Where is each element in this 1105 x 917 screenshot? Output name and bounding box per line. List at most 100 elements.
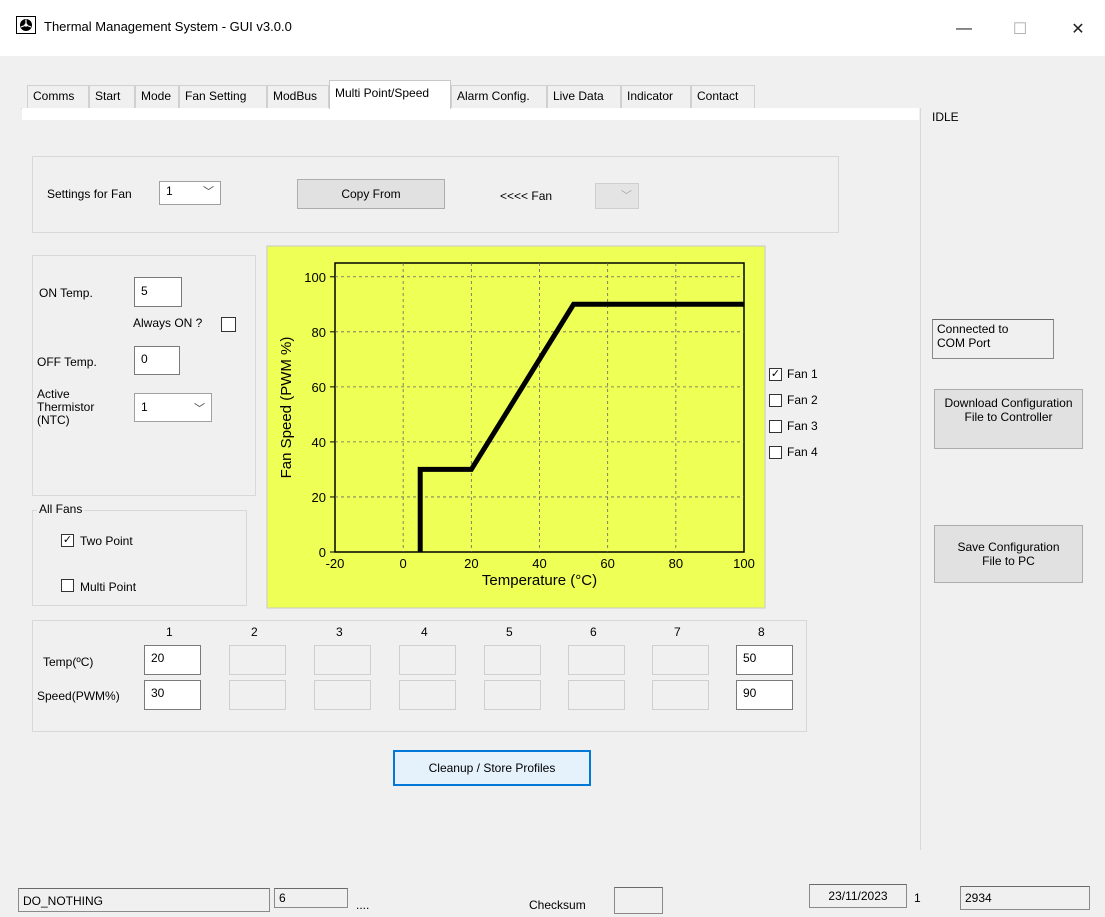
temp-point-4-input[interactable] (399, 645, 456, 675)
speed-row-label: Speed(PWM%) (37, 689, 120, 703)
column-header: 3 (336, 625, 343, 639)
y-tick-label: 0 (319, 545, 326, 560)
tab-indicator[interactable]: Indicator (621, 85, 691, 108)
fan-1-label: Fan 1 (787, 367, 818, 381)
thermistor-value: 1 (141, 400, 148, 414)
two-point-checkbox[interactable]: ✓ (61, 534, 74, 547)
on-temp-input[interactable]: 5 (134, 277, 182, 307)
fan-2-label: Fan 2 (787, 393, 818, 407)
tab-multi-point-speed[interactable]: Multi Point/Speed (329, 80, 451, 109)
temp-point-1-input[interactable]: 20 (144, 645, 201, 675)
x-tick-label: 20 (464, 556, 478, 571)
tab-contact[interactable]: Contact (691, 85, 755, 108)
chevron-down-icon: ﹀ (203, 186, 214, 198)
fan-1-checkbox[interactable]: ✓ (769, 368, 782, 381)
chevron-down-icon: ﹀ (194, 403, 205, 415)
checksum-value (614, 887, 663, 914)
tab-comms[interactable]: Comms (27, 85, 89, 108)
on-temp-label: ON Temp. (39, 286, 93, 300)
two-point-label: Two Point (80, 534, 133, 548)
speed-point-5-input[interactable] (484, 680, 541, 710)
multi-point-label: Multi Point (80, 580, 137, 594)
all-fans-title: All Fans (37, 502, 85, 516)
column-header: 1 (166, 625, 173, 639)
column-header: 2 (251, 625, 258, 639)
temp-point-2-input[interactable] (229, 645, 286, 675)
fan-3-checkbox[interactable] (769, 420, 782, 433)
window-title: Thermal Management System - GUI v3.0.0 (44, 19, 292, 34)
column-header: 6 (590, 625, 597, 639)
x-tick-label: -20 (326, 556, 345, 571)
status-value: 2934 (960, 886, 1090, 910)
y-tick-label: 80 (312, 325, 326, 340)
speed-point-4-input[interactable] (399, 680, 456, 710)
temp-point-8-input[interactable]: 50 (736, 645, 793, 675)
maximize-button[interactable]: ☐ (1000, 12, 1040, 46)
connection-status: Connected to COM Port (932, 319, 1054, 359)
x-tick-label: 0 (400, 556, 407, 571)
temp-point-5-input[interactable] (484, 645, 541, 675)
x-tick-label: 60 (600, 556, 614, 571)
tab-start[interactable]: Start (89, 85, 135, 108)
right-panel-divider (920, 108, 921, 850)
column-header: 5 (506, 625, 513, 639)
temp-point-6-input[interactable] (568, 645, 625, 675)
y-tick-label: 60 (312, 380, 326, 395)
thermistor-label: Active Thermistor (NTC) (37, 387, 95, 427)
copy-source-dropdown[interactable]: ﹀ (595, 183, 639, 209)
always-on-checkbox[interactable] (221, 317, 236, 332)
chart-background (266, 245, 766, 609)
column-header: 7 (674, 625, 681, 639)
column-header: 4 (421, 625, 428, 639)
speed-point-7-input[interactable] (652, 680, 709, 710)
column-header: 8 (758, 625, 765, 639)
multi-point-checkbox[interactable] (61, 579, 74, 592)
fan-4-label: Fan 4 (787, 445, 818, 459)
cleanup-store-button[interactable]: Cleanup / Store Profiles (393, 750, 591, 786)
copy-source-label: <<<< Fan (500, 189, 553, 203)
tab-alarm-config[interactable]: Alarm Config. (451, 85, 547, 108)
state-label: IDLE (932, 110, 959, 124)
x-tick-label: 100 (733, 556, 755, 571)
app-icon (16, 16, 36, 34)
status-count: 6 (274, 888, 348, 908)
x-tick-label: 40 (532, 556, 546, 571)
checksum-label: Checksum (529, 898, 586, 912)
speed-point-6-input[interactable] (568, 680, 625, 710)
speed-point-8-input[interactable]: 90 (736, 680, 793, 710)
points-table-panel (32, 620, 807, 732)
save-config-button[interactable]: Save Configuration File to PC (934, 525, 1083, 583)
status-action: DO_NOTHING (18, 888, 270, 912)
status-dots: .... (356, 898, 370, 912)
tab-modbus[interactable]: ModBus (267, 85, 329, 108)
tab-live-data[interactable]: Live Data (547, 85, 621, 108)
fan-curve-chart: -20 0 20 40 60 80 100020406080100Temperature (… (266, 245, 766, 609)
speed-point-3-input[interactable] (314, 680, 371, 710)
speed-point-1-input[interactable]: 30 (144, 680, 201, 710)
thermistor-dropdown[interactable]: 1 ﹀ (134, 393, 212, 422)
temp-point-7-input[interactable] (652, 645, 709, 675)
x-axis-label: Temperature (°C) (482, 572, 597, 589)
off-temp-label: OFF Temp. (37, 355, 97, 369)
y-tick-label: 100 (304, 270, 326, 285)
always-on-label: Always ON ? (133, 316, 203, 330)
tab-mode[interactable]: Mode (135, 85, 179, 108)
close-button[interactable]: ✕ (1058, 12, 1098, 46)
minimize-button[interactable]: — (944, 12, 984, 46)
tab-fan-setting[interactable]: Fan Setting (179, 85, 267, 108)
tab-page-top-strip (22, 108, 919, 120)
fan-2-checkbox[interactable] (769, 394, 782, 407)
download-config-button[interactable]: Download Configuration File to Controlle… (934, 389, 1083, 449)
off-temp-input[interactable]: 0 (134, 346, 180, 375)
fan-4-checkbox[interactable] (769, 446, 782, 459)
speed-point-2-input[interactable] (229, 680, 286, 710)
copy-from-button[interactable]: Copy From (297, 179, 445, 209)
fan-select-value: 1 (166, 184, 173, 198)
temp-point-3-input[interactable] (314, 645, 371, 675)
fan-select-dropdown[interactable]: 1 ﹀ (159, 181, 221, 205)
fan-3-label: Fan 3 (787, 419, 818, 433)
y-axis-label: Fan Speed (PWM %) (278, 337, 295, 479)
status-date: 23/11/2023 (809, 884, 907, 908)
y-tick-label: 20 (312, 490, 326, 505)
x-tick-label: 80 (669, 556, 683, 571)
